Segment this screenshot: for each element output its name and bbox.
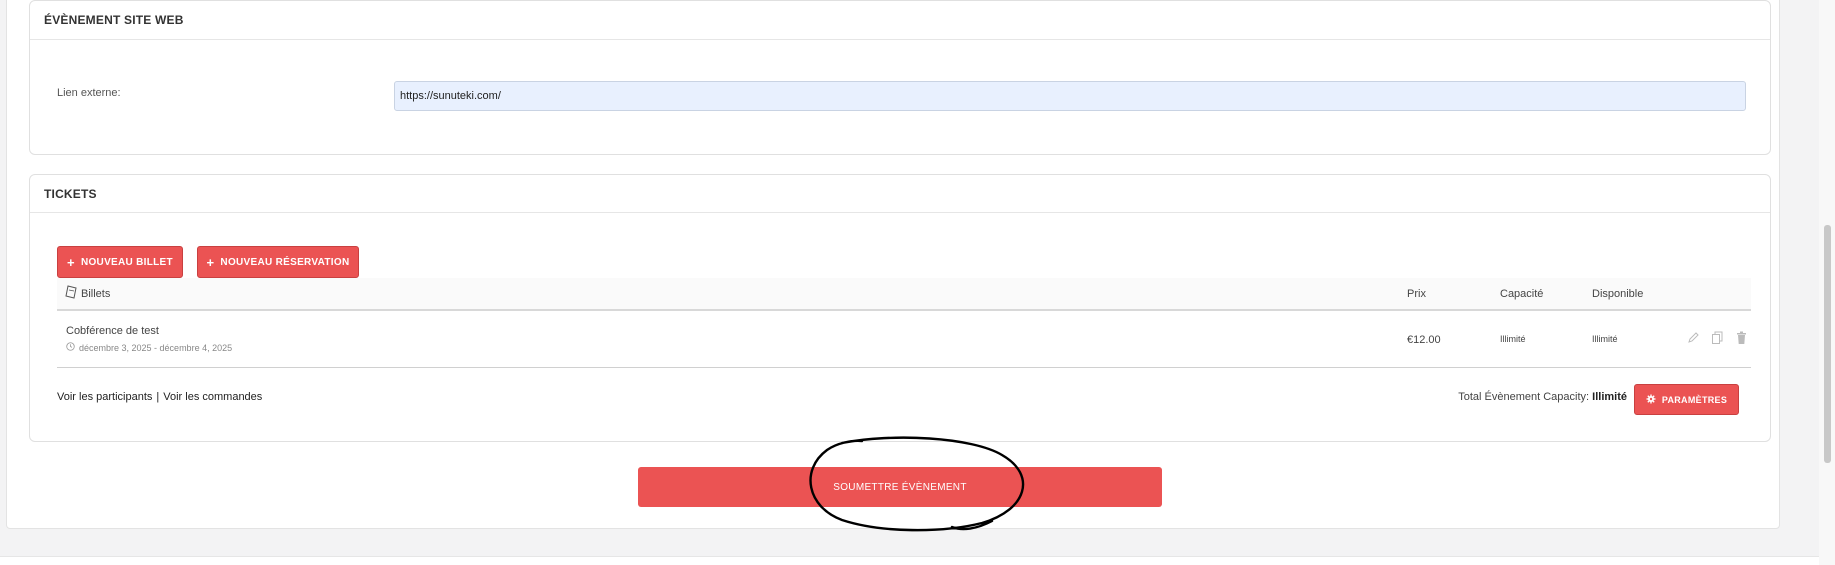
row-actions xyxy=(1687,331,1748,345)
col-prix: Prix xyxy=(1407,288,1426,300)
edit-icon[interactable] xyxy=(1687,331,1700,345)
new-reservation-button[interactable]: + NOUVEAU RÉSERVATION xyxy=(197,246,359,278)
ticket-capacity: Illimité xyxy=(1500,334,1526,344)
plus-icon: + xyxy=(206,254,215,270)
web-event-title: ÉVÈNEMENT SITE WEB xyxy=(30,1,1770,40)
ticket-price: €12.00 xyxy=(1407,334,1441,346)
scrollbar-thumb[interactable] xyxy=(1824,225,1831,463)
ticket-available: Illimité xyxy=(1592,334,1618,344)
view-orders-link[interactable]: Voir les commandes xyxy=(163,391,262,403)
tickets-title: TICKETS xyxy=(30,175,1770,213)
page-scrollbar[interactable] xyxy=(1819,0,1835,565)
trash-icon[interactable] xyxy=(1735,331,1748,345)
ticket-dates: décembre 3, 2025 - décembre 4, 2025 xyxy=(66,342,232,353)
copy-icon[interactable] xyxy=(1711,331,1724,345)
total-capacity-value: Illimité xyxy=(1592,391,1627,403)
new-ticket-label: NOUVEAU BILLET xyxy=(80,256,173,268)
total-capacity: Total Évènement Capacity: Illimité xyxy=(1458,391,1627,403)
view-participants-link[interactable]: Voir les participants xyxy=(57,391,152,403)
tickets-table-header: Billets Prix Capacité Disponible xyxy=(57,278,1751,311)
web-event-panel: ÉVÈNEMENT SITE WEB Lien externe: xyxy=(29,0,1771,155)
total-capacity-label: Total Évènement Capacity: xyxy=(1458,391,1590,403)
clock-icon xyxy=(66,342,75,353)
col-billets: Billets xyxy=(81,288,111,300)
external-link-label: Lien externe: xyxy=(57,87,121,99)
submit-event-button[interactable]: SOUMETTRE ÉVÈNEMENT xyxy=(638,467,1162,507)
col-disponible: Disponible xyxy=(1592,288,1644,300)
tickets-panel: TICKETS + NOUVEAU BILLET + NOUVEAU RÉSER… xyxy=(29,174,1771,442)
new-ticket-button[interactable]: + NOUVEAU BILLET xyxy=(57,246,183,278)
table-row: Cobférence de test décembre 3, 2025 - dé… xyxy=(57,311,1751,368)
ticket-icon xyxy=(65,285,79,302)
gear-icon xyxy=(1646,394,1656,406)
new-reservation-label: NOUVEAU RÉSERVATION xyxy=(220,256,350,268)
external-link-input[interactable] xyxy=(394,81,1746,111)
col-capacite: Capacité xyxy=(1500,288,1544,300)
params-label: PARAMÈTRES xyxy=(1661,394,1728,405)
ticket-name: Cobférence de test xyxy=(66,325,159,337)
link-separator: | xyxy=(156,391,160,403)
params-button[interactable]: PARAMÈTRES xyxy=(1634,384,1739,415)
main-card: ÉVÈNEMENT SITE WEB Lien externe: TICKETS… xyxy=(6,0,1780,532)
footer-links: Voir les participants | Voir les command… xyxy=(57,391,262,403)
ticket-dates-text: décembre 3, 2025 - décembre 4, 2025 xyxy=(79,342,233,353)
plus-icon: + xyxy=(67,254,75,270)
bottom-strip xyxy=(0,556,1819,565)
